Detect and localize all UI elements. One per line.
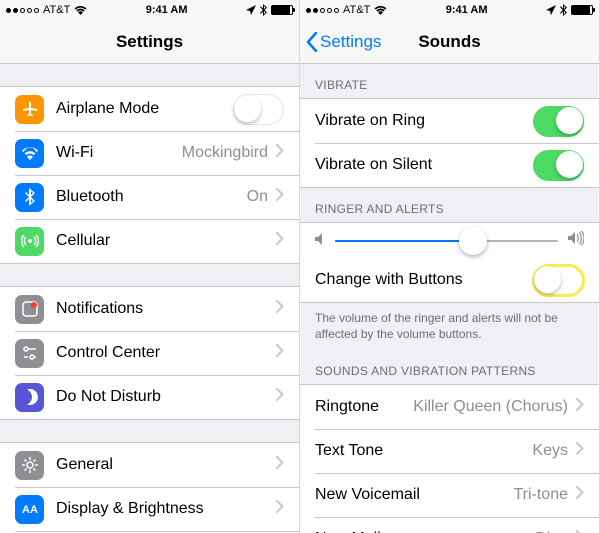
section-header-vibrate: VIBRATE xyxy=(300,64,599,98)
settings-pane: AT&T 9:41 AM Settings Airplane Mode Wi-Fi… xyxy=(0,0,300,533)
settings-list[interactable]: Airplane ModeWi-FiMockingbirdBluetoothOn… xyxy=(0,64,299,533)
location-icon xyxy=(546,5,556,15)
gear-icon xyxy=(15,451,44,480)
row-label: Control Center xyxy=(56,344,276,362)
row-label: Change with Buttons xyxy=(315,271,533,289)
chevron-right-icon xyxy=(276,388,284,406)
status-time: 9:41 AM xyxy=(446,4,488,16)
volume-low-icon xyxy=(315,232,325,250)
moon-icon xyxy=(15,383,44,412)
wifi-status-icon xyxy=(74,6,87,15)
row-label: Bluetooth xyxy=(56,188,247,206)
location-icon xyxy=(246,5,256,15)
row-label: Text Tone xyxy=(315,442,532,460)
settings-row-notifications[interactable]: Notifications xyxy=(0,287,299,331)
sound-row-ringtone[interactable]: RingtoneKiller Queen (Chorus) xyxy=(300,385,599,429)
nav-bar: Settings Sounds xyxy=(300,20,599,64)
row-label: Vibrate on Ring xyxy=(315,112,533,130)
nav-bar: Settings xyxy=(0,20,299,64)
row-value: Keys xyxy=(532,442,568,460)
settings-row-airplane-mode[interactable]: Airplane Mode xyxy=(0,87,299,131)
row-value: On xyxy=(247,188,268,206)
toggle[interactable] xyxy=(233,94,284,125)
row-label: Vibrate on Silent xyxy=(315,156,533,174)
row-label: Cellular xyxy=(56,232,276,250)
toggle[interactable] xyxy=(533,150,584,181)
chevron-right-icon xyxy=(576,486,584,504)
vibrate-row[interactable]: Vibrate on Silent xyxy=(300,143,599,187)
chevron-right-icon xyxy=(576,398,584,416)
row-value: Killer Queen (Chorus) xyxy=(413,398,568,416)
settings-row-display-brightness[interactable]: AA Display & Brightness xyxy=(0,487,299,531)
status-time: 9:41 AM xyxy=(146,4,188,16)
row-value: Tri-tone xyxy=(513,486,568,504)
settings-row-cellular[interactable]: Cellular xyxy=(0,219,299,263)
row-label: Notifications xyxy=(56,300,276,318)
bluetooth-status-icon xyxy=(260,4,267,16)
chevron-right-icon xyxy=(276,344,284,362)
row-label: Display & Brightness xyxy=(56,500,276,518)
page-title: Settings xyxy=(0,32,299,52)
section-header-ringer: RINGER AND ALERTS xyxy=(300,188,599,222)
chevron-right-icon xyxy=(276,232,284,250)
ringer-footer: The volume of the ringer and alerts will… xyxy=(300,303,599,350)
carrier: AT&T xyxy=(343,4,370,16)
wifi-icon xyxy=(15,139,44,168)
status-bar: AT&T 9:41 AM xyxy=(0,0,299,20)
settings-row-bluetooth[interactable]: BluetoothOn xyxy=(0,175,299,219)
sound-row-new-voicemail[interactable]: New VoicemailTri-tone xyxy=(300,473,599,517)
sound-row-text-tone[interactable]: Text ToneKeys xyxy=(300,429,599,473)
airplane-icon xyxy=(15,95,44,124)
change-with-buttons-row[interactable]: Change with Buttons xyxy=(300,258,599,302)
sound-row-new-mail[interactable]: New MailDing xyxy=(300,517,599,533)
status-bar: AT&T 9:41 AM xyxy=(300,0,599,20)
wifi-status-icon xyxy=(374,6,387,15)
volume-high-icon xyxy=(568,231,584,250)
svg-text:AA: AA xyxy=(22,504,38,516)
back-button[interactable]: Settings xyxy=(300,32,381,52)
bluetooth-icon xyxy=(15,183,44,212)
row-label: Do Not Disturb xyxy=(56,388,276,406)
settings-row-general[interactable]: General xyxy=(0,443,299,487)
signal-icon xyxy=(306,8,339,13)
sounds-list[interactable]: VIBRATE Vibrate on Ring Vibrate on Silent… xyxy=(300,64,599,533)
chevron-right-icon xyxy=(276,188,284,206)
signal-icon xyxy=(6,8,39,13)
chevron-right-icon xyxy=(276,144,284,162)
settings-row-do-not-disturb[interactable]: Do Not Disturb xyxy=(0,375,299,419)
chevron-right-icon xyxy=(276,456,284,474)
chevron-right-icon xyxy=(276,500,284,518)
vibrate-row[interactable]: Vibrate on Ring xyxy=(300,99,599,143)
control-center-icon xyxy=(15,339,44,368)
row-label: General xyxy=(56,456,276,474)
row-label: New Voicemail xyxy=(315,486,513,504)
change-with-buttons-toggle[interactable] xyxy=(533,265,584,296)
brightness-icon: AA xyxy=(15,495,44,524)
chevron-right-icon xyxy=(276,300,284,318)
slider-track[interactable] xyxy=(335,240,558,242)
notifications-icon xyxy=(15,295,44,324)
battery-icon xyxy=(571,5,593,15)
row-label: Ringtone xyxy=(315,398,413,416)
sounds-pane: AT&T 9:41 AM Settings Sounds VIBRATE Vib… xyxy=(300,0,600,533)
carrier: AT&T xyxy=(43,4,70,16)
row-value: Mockingbird xyxy=(182,144,268,162)
battery-icon xyxy=(271,5,293,15)
chevron-left-icon xyxy=(306,32,318,52)
row-label: Airplane Mode xyxy=(56,100,233,118)
settings-row-control-center[interactable]: Control Center xyxy=(0,331,299,375)
settings-row-wi-fi[interactable]: Wi-FiMockingbird xyxy=(0,131,299,175)
section-header-sounds: SOUNDS AND VIBRATION PATTERNS xyxy=(300,350,599,384)
cellular-icon xyxy=(15,227,44,256)
chevron-right-icon xyxy=(576,442,584,460)
row-label: Wi-Fi xyxy=(56,144,182,162)
ringer-volume-slider[interactable] xyxy=(300,223,599,258)
back-label: Settings xyxy=(320,32,381,52)
toggle[interactable] xyxy=(533,106,584,137)
bluetooth-status-icon xyxy=(560,4,567,16)
